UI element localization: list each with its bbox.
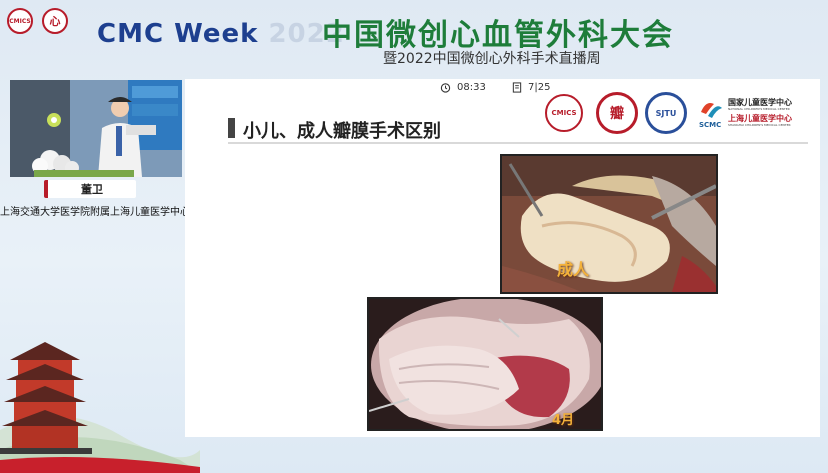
slide-title-marker	[228, 118, 235, 138]
elapsed-timer: 08:33	[440, 82, 486, 93]
association-logo-text: 心	[49, 15, 61, 28]
association-logo: 心	[42, 8, 68, 34]
slide-page-indicator: 7|25	[512, 82, 550, 93]
valve-society-logo-text: 瓣	[610, 106, 624, 122]
sjtu-logo: SJTU	[645, 92, 687, 134]
cmics-slide-logo-text: CMICS	[551, 109, 577, 117]
scmc-abbrev: SCMC	[699, 121, 722, 129]
conference-subtitle: 暨2022中国微创心外科手术直播周	[383, 51, 601, 67]
pagoda-illustration	[0, 342, 200, 473]
elapsed-time: 08:33	[457, 82, 486, 93]
scmc-sub-en: SHANGHAI CHILDREN'S MEDICAL CENTER	[728, 123, 791, 127]
speaker-name: 董卫	[81, 183, 103, 196]
cmc-week-title: CMC Week 2022	[97, 19, 345, 49]
valve-society-logo: 瓣	[596, 92, 638, 134]
cmc-week-label: CMC Week	[97, 19, 259, 49]
infant-photo-label: 4月	[552, 413, 575, 428]
cmics-slide-logo: CMICS	[545, 94, 583, 132]
cmics-logo-text: CMICS	[9, 17, 31, 25]
slide-title: 小儿、成人瓣膜手术区别	[243, 121, 441, 142]
adult-valve-surgery-photo: 成人	[500, 154, 718, 294]
scmc-emblem-icon	[701, 103, 722, 118]
infant-valve-surgery-photo: 4月	[367, 297, 603, 431]
document-icon	[512, 82, 522, 93]
scmc-name-en: NATIONAL CHILDREN'S MEDICAL CENTER	[728, 107, 790, 111]
speaker-video-image	[10, 80, 182, 177]
cmics-logo: CMICS	[7, 8, 33, 34]
speaker-video-feed	[10, 80, 182, 177]
page-number: 7|25	[528, 82, 551, 93]
slide-title-divider	[228, 142, 808, 144]
speaker-name-badge: 董卫	[44, 180, 136, 198]
alarm-clock-icon	[440, 83, 451, 93]
sjtu-logo-text: SJTU	[655, 108, 677, 118]
speaker-organization: 上海交通大学医学院附属上海儿童医学中心	[0, 207, 190, 218]
scmc-logo-block: SCMC 国家儿童医学中心 NATIONAL CHILDREN'S MEDICA…	[698, 96, 810, 132]
adult-photo-label: 成人	[557, 260, 590, 279]
adult-valve-surgery-image	[502, 156, 716, 292]
